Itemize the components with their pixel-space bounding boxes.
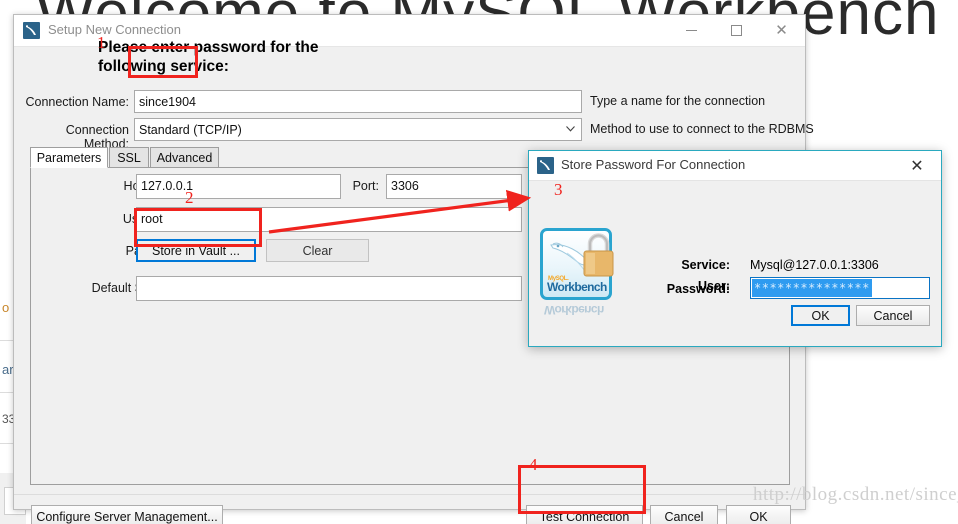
configure-server-management-button[interactable]: Configure Server Management... — [31, 505, 223, 524]
cancel-button[interactable]: Cancel — [650, 505, 718, 524]
minimize-button[interactable] — [669, 15, 714, 46]
connection-method-hint: Method to use to connect to the RDBMS — [590, 122, 814, 136]
port-input[interactable]: 3306 — [386, 174, 522, 199]
close-icon[interactable]: ✕ — [759, 15, 804, 46]
background-right-edge — [944, 0, 958, 524]
password-input[interactable]: *************** — [750, 277, 930, 299]
connection-name-input[interactable]: since1904 — [134, 90, 582, 113]
chevron-down-icon — [566, 126, 575, 132]
tab-ssl[interactable]: SSL — [109, 147, 149, 168]
password-masked-value: *************** — [752, 279, 872, 297]
port-label: Port: — [352, 179, 379, 193]
password-field-label: Password: — [666, 282, 730, 296]
annotation-number-1: 1 — [97, 33, 106, 52]
logo-reflection: Workbench — [540, 302, 612, 324]
annotation-number-3: 3 — [554, 180, 563, 199]
annotation-box-1 — [128, 46, 198, 78]
service-label: Service: — [681, 258, 730, 272]
tab-ssl-label: SSL — [117, 151, 141, 165]
mysql-workbench-icon — [23, 22, 40, 39]
logo-workbench-text: Workbench — [547, 280, 607, 294]
service-value: Mysql@127.0.0.1:3306 — [750, 258, 879, 272]
clear-password-button[interactable]: Clear — [266, 239, 369, 262]
password-dialog-close-icon[interactable]: ✕ — [897, 151, 937, 180]
padlock-icon — [582, 232, 615, 278]
connection-method-select[interactable]: Standard (TCP/IP) — [134, 118, 582, 141]
logo-reflection-text: Workbench — [544, 303, 604, 317]
password-dialog-titlebar: Store Password For Connection ✕ — [529, 151, 941, 181]
watermark: http://blog.csdn.net/since_1904 — [753, 484, 958, 505]
close-glyph: ✕ — [775, 21, 788, 39]
footer-divider — [14, 494, 805, 495]
password-cancel-button[interactable]: Cancel — [856, 305, 930, 326]
connection-method-value: Standard (TCP/IP) — [139, 123, 242, 137]
tab-parameters-label: Parameters — [36, 150, 102, 165]
tab-advanced-label: Advanced — [156, 151, 213, 165]
main-dialog-title: Setup New Connection — [48, 22, 181, 37]
ok-button[interactable]: OK — [726, 505, 791, 524]
hostname-input[interactable]: 127.0.0.1 — [136, 174, 341, 199]
connection-name-hint: Type a name for the connection — [590, 94, 766, 108]
annotation-number-2: 2 — [185, 188, 194, 207]
password-dialog-title: Store Password For Connection — [561, 157, 746, 172]
background-fragment-1: o — [2, 300, 10, 315]
tab-advanced[interactable]: Advanced — [150, 147, 219, 168]
maximize-button[interactable] — [714, 15, 759, 46]
background-fragment-2: ar — [2, 362, 14, 377]
tab-parameters[interactable]: Parameters — [30, 147, 108, 168]
password-ok-button[interactable]: OK — [791, 305, 850, 326]
connection-name-label: Connection Name: — [25, 95, 129, 109]
default-schema-input[interactable] — [136, 276, 522, 301]
mysql-workbench-icon — [537, 157, 554, 174]
screenshot-root: Welcome to MySQL Workbench o ar 33 Setup… — [0, 0, 958, 524]
annotation-number-4: 4 — [529, 455, 538, 474]
annotation-box-2 — [134, 208, 262, 247]
